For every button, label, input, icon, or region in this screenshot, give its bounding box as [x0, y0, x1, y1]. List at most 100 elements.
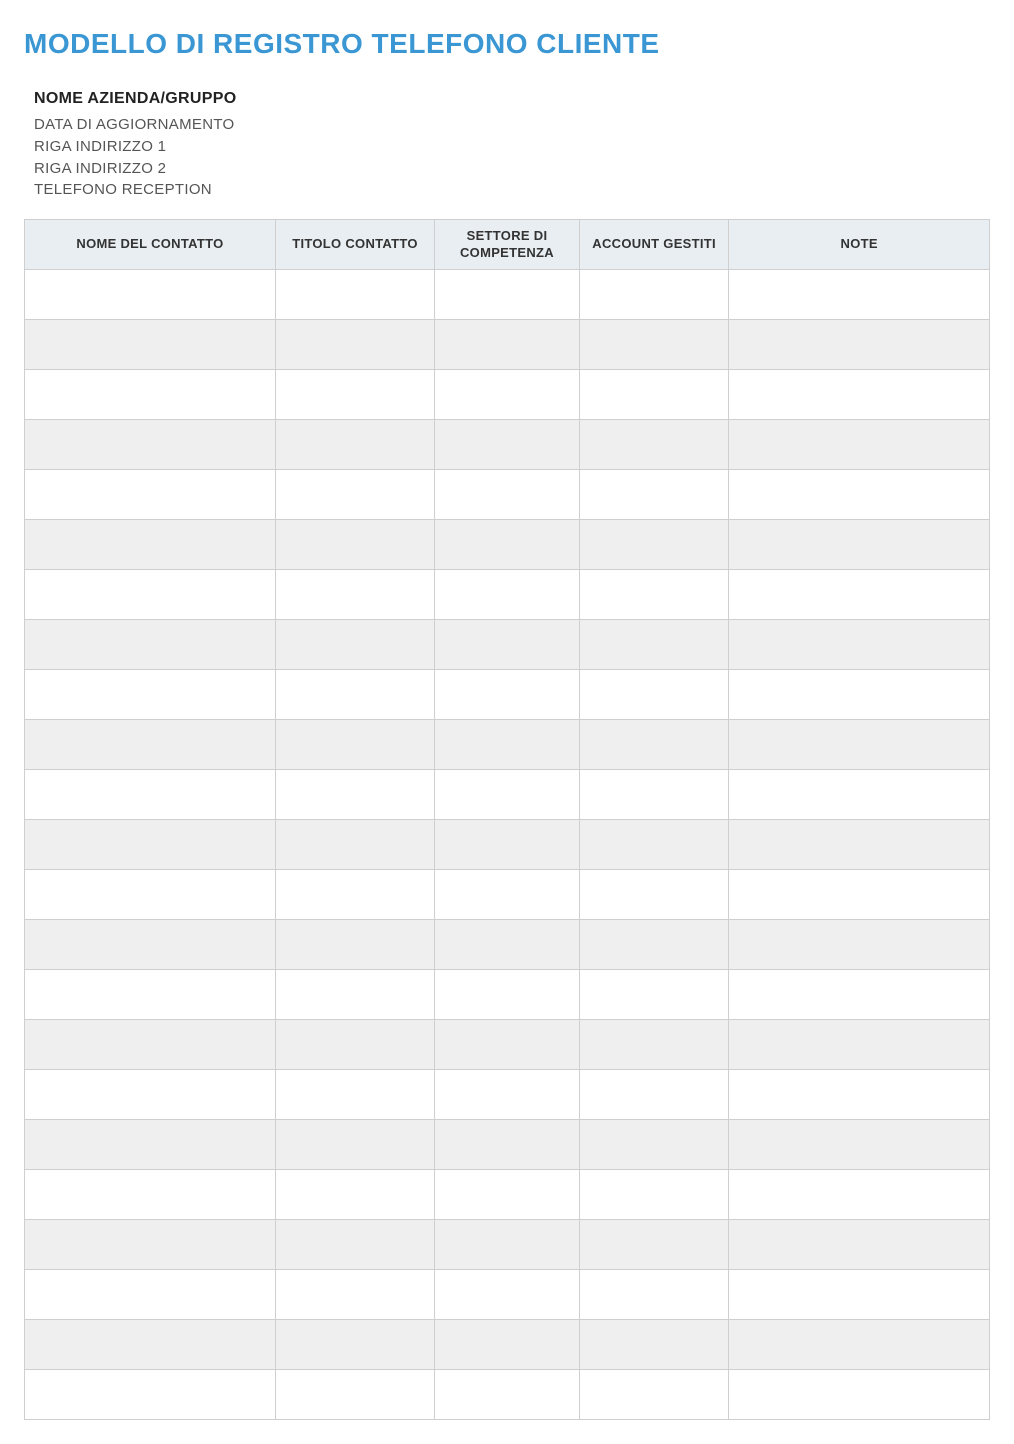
cell-contact-name[interactable]	[25, 420, 276, 470]
cell-notes[interactable]	[729, 420, 990, 470]
cell-contact-name[interactable]	[25, 570, 276, 620]
cell-contact-title[interactable]	[275, 320, 434, 370]
cell-contact-name[interactable]	[25, 920, 276, 970]
cell-accounts[interactable]	[579, 320, 729, 370]
cell-sector[interactable]	[435, 1070, 580, 1120]
cell-accounts[interactable]	[579, 1270, 729, 1320]
cell-notes[interactable]	[729, 770, 990, 820]
cell-contact-title[interactable]	[275, 470, 434, 520]
cell-notes[interactable]	[729, 1170, 990, 1220]
cell-sector[interactable]	[435, 920, 580, 970]
cell-sector[interactable]	[435, 770, 580, 820]
cell-contact-name[interactable]	[25, 1270, 276, 1320]
cell-accounts[interactable]	[579, 920, 729, 970]
cell-accounts[interactable]	[579, 570, 729, 620]
cell-sector[interactable]	[435, 1020, 580, 1070]
cell-sector[interactable]	[435, 420, 580, 470]
cell-accounts[interactable]	[579, 420, 729, 470]
cell-notes[interactable]	[729, 520, 990, 570]
cell-contact-name[interactable]	[25, 1020, 276, 1070]
cell-accounts[interactable]	[579, 720, 729, 770]
cell-contact-title[interactable]	[275, 770, 434, 820]
cell-sector[interactable]	[435, 1370, 580, 1420]
cell-contact-title[interactable]	[275, 1320, 434, 1370]
cell-sector[interactable]	[435, 970, 580, 1020]
cell-contact-title[interactable]	[275, 420, 434, 470]
cell-accounts[interactable]	[579, 970, 729, 1020]
cell-contact-name[interactable]	[25, 770, 276, 820]
cell-notes[interactable]	[729, 270, 990, 320]
cell-contact-title[interactable]	[275, 370, 434, 420]
cell-contact-name[interactable]	[25, 370, 276, 420]
cell-contact-name[interactable]	[25, 970, 276, 1020]
cell-sector[interactable]	[435, 1170, 580, 1220]
cell-contact-title[interactable]	[275, 520, 434, 570]
cell-contact-title[interactable]	[275, 670, 434, 720]
cell-sector[interactable]	[435, 870, 580, 920]
cell-contact-name[interactable]	[25, 1370, 276, 1420]
cell-contact-title[interactable]	[275, 1220, 434, 1270]
cell-contact-name[interactable]	[25, 270, 276, 320]
cell-contact-title[interactable]	[275, 1020, 434, 1070]
cell-contact-title[interactable]	[275, 1170, 434, 1220]
cell-contact-title[interactable]	[275, 1370, 434, 1420]
cell-contact-title[interactable]	[275, 1120, 434, 1170]
cell-accounts[interactable]	[579, 870, 729, 920]
cell-contact-title[interactable]	[275, 920, 434, 970]
cell-sector[interactable]	[435, 1220, 580, 1270]
cell-notes[interactable]	[729, 1220, 990, 1270]
cell-notes[interactable]	[729, 1370, 990, 1420]
cell-contact-name[interactable]	[25, 1320, 276, 1370]
cell-accounts[interactable]	[579, 1170, 729, 1220]
cell-contact-name[interactable]	[25, 320, 276, 370]
cell-notes[interactable]	[729, 970, 990, 1020]
cell-accounts[interactable]	[579, 270, 729, 320]
cell-contact-name[interactable]	[25, 1070, 276, 1120]
cell-notes[interactable]	[729, 320, 990, 370]
cell-contact-title[interactable]	[275, 870, 434, 920]
cell-notes[interactable]	[729, 570, 990, 620]
cell-contact-name[interactable]	[25, 870, 276, 920]
cell-contact-title[interactable]	[275, 270, 434, 320]
cell-notes[interactable]	[729, 670, 990, 720]
cell-contact-title[interactable]	[275, 1070, 434, 1120]
cell-contact-name[interactable]	[25, 1120, 276, 1170]
cell-sector[interactable]	[435, 270, 580, 320]
cell-accounts[interactable]	[579, 770, 729, 820]
cell-notes[interactable]	[729, 370, 990, 420]
cell-accounts[interactable]	[579, 370, 729, 420]
cell-sector[interactable]	[435, 1320, 580, 1370]
cell-notes[interactable]	[729, 470, 990, 520]
cell-contact-title[interactable]	[275, 570, 434, 620]
cell-sector[interactable]	[435, 570, 580, 620]
cell-accounts[interactable]	[579, 620, 729, 670]
cell-contact-title[interactable]	[275, 820, 434, 870]
cell-accounts[interactable]	[579, 470, 729, 520]
cell-notes[interactable]	[729, 1320, 990, 1370]
cell-sector[interactable]	[435, 620, 580, 670]
cell-sector[interactable]	[435, 720, 580, 770]
cell-notes[interactable]	[729, 1020, 990, 1070]
cell-notes[interactable]	[729, 1120, 990, 1170]
cell-contact-name[interactable]	[25, 720, 276, 770]
cell-contact-name[interactable]	[25, 820, 276, 870]
cell-notes[interactable]	[729, 1270, 990, 1320]
cell-accounts[interactable]	[579, 1220, 729, 1270]
cell-sector[interactable]	[435, 1120, 580, 1170]
cell-contact-name[interactable]	[25, 1220, 276, 1270]
cell-sector[interactable]	[435, 470, 580, 520]
cell-sector[interactable]	[435, 1270, 580, 1320]
cell-contact-name[interactable]	[25, 520, 276, 570]
cell-notes[interactable]	[729, 1070, 990, 1120]
cell-notes[interactable]	[729, 920, 990, 970]
cell-accounts[interactable]	[579, 820, 729, 870]
cell-contact-name[interactable]	[25, 620, 276, 670]
cell-contact-title[interactable]	[275, 620, 434, 670]
cell-accounts[interactable]	[579, 1370, 729, 1420]
cell-contact-title[interactable]	[275, 970, 434, 1020]
cell-accounts[interactable]	[579, 1320, 729, 1370]
cell-accounts[interactable]	[579, 1070, 729, 1120]
cell-sector[interactable]	[435, 370, 580, 420]
cell-sector[interactable]	[435, 670, 580, 720]
cell-sector[interactable]	[435, 520, 580, 570]
